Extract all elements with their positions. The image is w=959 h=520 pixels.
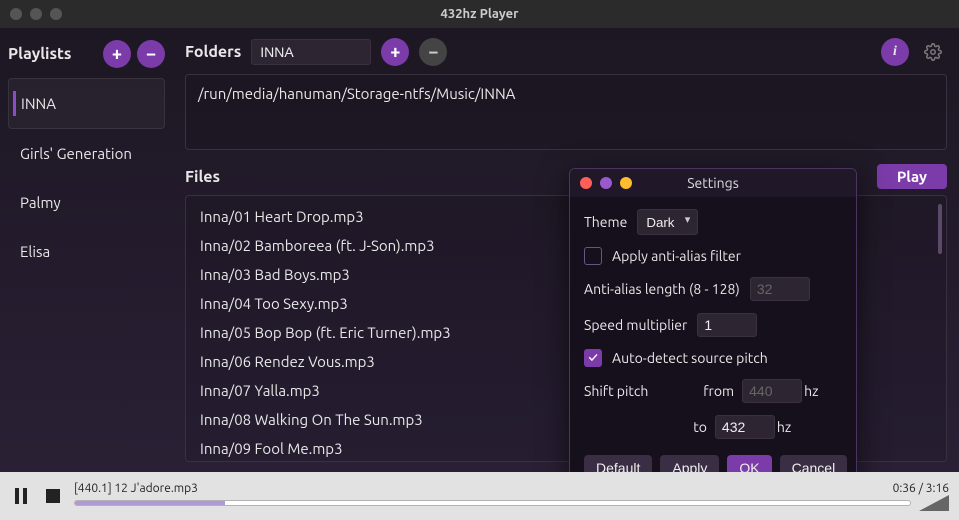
player-time-text: 0:36 / 3:16 xyxy=(893,482,949,495)
app-main: Playlists + − INNA Girls' Generation Pal… xyxy=(0,28,959,472)
folder-path-display[interactable]: /run/media/hanuman/Storage-ntfs/Music/IN… xyxy=(185,74,947,150)
shift-to-row: to hz xyxy=(584,415,842,439)
window-titlebar: 432hz Player xyxy=(0,0,959,28)
folders-label: Folders xyxy=(185,43,241,61)
play-button[interactable]: Play xyxy=(877,164,947,189)
seek-slider[interactable] xyxy=(74,500,911,506)
pause-icon xyxy=(14,488,28,504)
playlist-item-label: Girls' Generation xyxy=(20,145,132,162)
remove-folder-button[interactable]: − xyxy=(419,38,447,66)
playlist-item[interactable]: Elisa xyxy=(8,227,165,276)
settings-titlebar: Settings xyxy=(570,169,856,197)
theme-select[interactable]: Dark xyxy=(637,209,698,235)
settings-minimize-dot[interactable] xyxy=(600,177,612,189)
shift-from-row: Shift pitch from hz xyxy=(584,379,842,403)
settings-maximize-dot[interactable] xyxy=(620,177,632,189)
antialias-checkbox[interactable] xyxy=(584,247,602,265)
autodetect-label: Auto-detect source pitch xyxy=(612,350,768,366)
playlist-item-label: Palmy xyxy=(20,194,61,211)
player-info: [440.1] 12 J'adore.mp3 0:36 / 3:16 xyxy=(74,482,949,511)
info-button[interactable]: i xyxy=(881,38,909,66)
theme-label: Theme xyxy=(584,214,627,230)
gear-icon xyxy=(924,43,942,61)
playlist-item[interactable]: INNA xyxy=(8,78,165,129)
content-pane: i Folders + − /run/media/hanuman/Storage… xyxy=(173,28,959,472)
antialias-length-input xyxy=(750,277,810,301)
window-maximize-dot[interactable] xyxy=(50,8,62,20)
antialias-label: Apply anti-alias filter xyxy=(612,248,741,264)
antialias-row: Apply anti-alias filter xyxy=(584,247,842,265)
playlist-item-label: INNA xyxy=(21,95,56,112)
antialias-length-row: Anti-alias length (8 - 128) xyxy=(584,277,842,301)
window-title: 432hz Player xyxy=(441,7,519,21)
playlist-item[interactable]: Girls' Generation xyxy=(8,129,165,178)
playlists-sidebar: Playlists + − INNA Girls' Generation Pal… xyxy=(0,28,173,472)
playlist-item[interactable]: Palmy xyxy=(8,178,165,227)
player-bar: [440.1] 12 J'adore.mp3 0:36 / 3:16 xyxy=(0,472,959,520)
playlists-header: Playlists + − xyxy=(8,40,165,68)
top-right-controls: i xyxy=(881,38,947,66)
add-playlist-button[interactable]: + xyxy=(103,40,131,68)
autodetect-checkbox[interactable] xyxy=(584,349,602,367)
pause-button[interactable] xyxy=(10,485,32,507)
speed-input[interactable] xyxy=(697,313,757,337)
seek-fill xyxy=(75,501,225,505)
settings-body: Theme Dark Apply anti-alias filter Anti-… xyxy=(570,197,856,495)
player-top-row: [440.1] 12 J'adore.mp3 0:36 / 3:16 xyxy=(74,482,949,495)
files-scrollbar[interactable] xyxy=(938,204,942,254)
window-close-dot[interactable] xyxy=(10,8,22,20)
shift-to-word: to xyxy=(643,419,707,435)
settings-button[interactable] xyxy=(919,38,947,66)
now-playing-text: [440.1] 12 J'adore.mp3 xyxy=(74,482,198,495)
shift-from-word: from xyxy=(680,383,734,399)
remove-playlist-button[interactable]: − xyxy=(137,40,165,68)
playlist-item-label: Elisa xyxy=(20,243,50,260)
settings-window-controls xyxy=(580,177,632,189)
settings-close-dot[interactable] xyxy=(580,177,592,189)
settings-dialog: Settings Theme Dark Apply anti-alias fil… xyxy=(569,168,857,496)
hz-unit: hz xyxy=(804,383,842,399)
shift-to-input[interactable] xyxy=(715,415,775,439)
folder-path-text: /run/media/hanuman/Storage-ntfs/Music/IN… xyxy=(198,85,515,102)
shift-pitch-label: Shift pitch xyxy=(584,383,672,399)
hz-unit: hz xyxy=(777,419,842,435)
window-controls xyxy=(10,8,62,20)
player-bottom-row xyxy=(74,495,949,511)
settings-title: Settings xyxy=(687,175,739,191)
stop-button[interactable] xyxy=(42,485,64,507)
folder-name-input[interactable] xyxy=(251,39,371,65)
files-label: Files xyxy=(185,168,220,186)
playlists-label: Playlists xyxy=(8,45,97,63)
autodetect-row: Auto-detect source pitch xyxy=(584,349,842,367)
window-minimize-dot[interactable] xyxy=(30,8,42,20)
shift-from-input xyxy=(742,379,802,403)
folders-header: Folders + − xyxy=(185,38,947,66)
stop-icon xyxy=(46,489,60,503)
antialias-length-label: Anti-alias length (8 - 128) xyxy=(584,281,740,297)
volume-control[interactable] xyxy=(919,495,949,511)
speed-row: Speed multiplier xyxy=(584,313,842,337)
speed-label: Speed multiplier xyxy=(584,317,687,333)
theme-row: Theme Dark xyxy=(584,209,842,235)
add-folder-button[interactable]: + xyxy=(381,38,409,66)
